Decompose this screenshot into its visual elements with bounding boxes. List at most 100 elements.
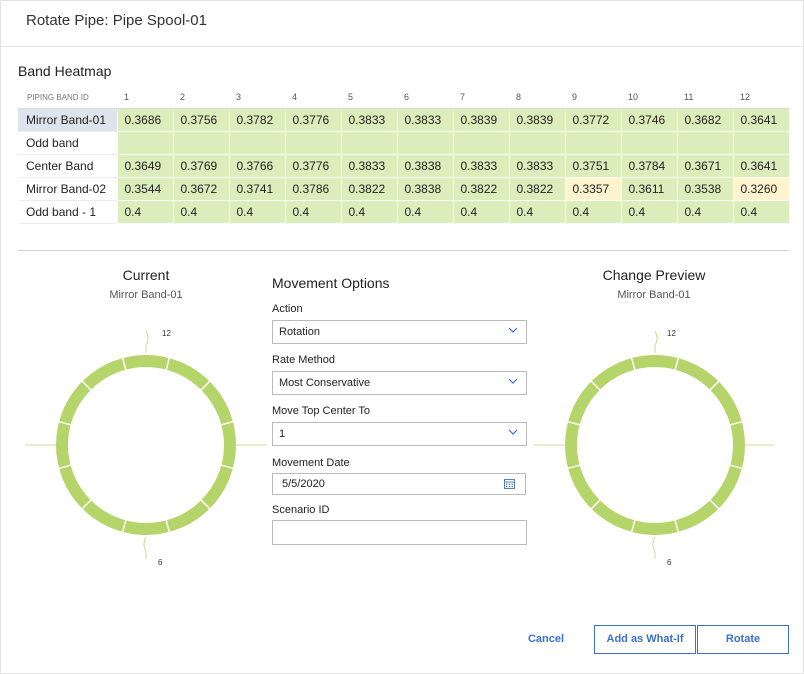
heatmap-cell: 0.4	[285, 200, 342, 224]
heatmap-cell	[173, 131, 230, 155]
column-header-12: 12	[733, 87, 789, 109]
move-top-center-select[interactable]: 1	[272, 422, 527, 446]
heatmap-cell: 0.3833	[509, 154, 566, 178]
heatmap-cell: 0.3746	[621, 108, 678, 132]
table-row[interactable]: Odd band - 1 0.4 0.4 0.4 0.4 0.4 0.4 0.4 0.4 0.4 0…	[18, 200, 790, 224]
add-as-what-if-button[interactable]: Add as What-If	[594, 625, 696, 654]
band-name-cell[interactable]: Mirror Band-02	[18, 177, 118, 201]
heatmap-cell: 0.4	[453, 200, 510, 224]
heatmap-cell	[229, 131, 286, 155]
rate-method-select[interactable]: Most Conservative	[272, 371, 527, 395]
rotate-button[interactable]: Rotate	[697, 625, 789, 654]
preview-ring-diagram: 12 6	[534, 321, 776, 578]
heatmap-cell: 0.3833	[397, 108, 454, 132]
current-ring-diagram: 12 6	[25, 321, 267, 578]
heatmap-cell: 0.3544	[117, 177, 174, 201]
heatmap-cell: 0.3769	[173, 154, 230, 178]
heatmap-cell	[285, 131, 342, 155]
preview-band-label: Mirror Band-01	[617, 289, 691, 301]
heatmap-cell: 0.3782	[229, 108, 286, 132]
heatmap-header-row: PIPING BAND ID 1 2 3 4 5 6 7 8 9 10 11 12	[18, 87, 789, 109]
chevron-down-icon	[508, 378, 518, 384]
heatmap-cell: 0.4	[229, 200, 286, 224]
ring-segments	[56, 355, 236, 535]
current-ring-svg: 12 6	[25, 329, 267, 567]
heatmap-spacer-cell	[18, 223, 790, 250]
heatmap-cell: 0.3786	[285, 177, 342, 201]
heatmap-spacer-row	[18, 223, 790, 250]
heatmap-cell: 0.3822	[453, 177, 510, 201]
rate-method-select-value: Most Conservative	[279, 377, 371, 389]
ring-axis-top	[654, 330, 658, 353]
movement-date-value: 5/5/2020	[282, 478, 325, 490]
heatmap-cell: 0.3611	[621, 177, 678, 201]
table-row[interactable]: Mirror Band-01 0.3686 0.3756 0.3782 0.3776 0.…	[18, 108, 790, 132]
column-header-4: 4	[285, 87, 341, 109]
heatmap-cell: 0.3822	[341, 177, 398, 201]
heatmap-cell: 0.3766	[229, 154, 286, 178]
heatmap-cell: 0.3776	[285, 154, 342, 178]
movement-options-title: Movement Options	[272, 275, 390, 291]
heatmap-cell: 0.3772	[565, 108, 622, 132]
heatmap-cell: 0.3682	[677, 108, 734, 132]
heatmap-cell: 0.3839	[453, 108, 510, 132]
heatmap-cell	[733, 131, 790, 155]
heatmap-cell: 0.3839	[509, 108, 566, 132]
column-header-1: 1	[117, 87, 173, 109]
heatmap-cell: 0.4	[173, 200, 230, 224]
heatmap-cell: 0.3641	[733, 108, 790, 132]
heatmap-cell: 0.3641	[733, 154, 790, 178]
heatmap-cell: 0.3776	[285, 108, 342, 132]
cancel-button[interactable]: Cancel	[516, 626, 576, 652]
action-select[interactable]: Rotation	[272, 320, 527, 344]
table-row[interactable]: Mirror Band-02 0.3544 0.3672 0.3741 0.3786 0.…	[18, 177, 790, 201]
ring-bottom-label: 6	[158, 558, 163, 567]
preview-ring-svg: 12 6	[534, 329, 774, 567]
heatmap-cell: 0.3833	[453, 154, 510, 178]
heatmap-cell: 0.4	[565, 200, 622, 224]
heatmap-cell	[453, 131, 510, 155]
heatmap-cell	[565, 131, 622, 155]
heatmap-cell: 0.3260	[733, 177, 790, 201]
column-header-6: 6	[397, 87, 453, 109]
table-row[interactable]: Center Band 0.3649 0.3769 0.3766 0.3776 0.383…	[18, 154, 790, 178]
heatmap-cell: 0.3838	[397, 177, 454, 201]
heatmap-cell: 0.4	[509, 200, 566, 224]
movement-date-input[interactable]: 5/5/2020	[272, 473, 526, 495]
band-name-cell[interactable]: Odd band - 1	[18, 200, 118, 224]
heatmap-cell: 0.3357	[565, 177, 622, 201]
band-name-cell[interactable]: Center Band	[18, 154, 118, 178]
heatmap-cell: 0.3838	[397, 154, 454, 178]
heatmap-cell: 0.4	[733, 200, 790, 224]
current-band-label: Mirror Band-01	[109, 289, 183, 301]
ring-axis-top	[145, 330, 149, 353]
column-header-band: PIPING BAND ID	[18, 87, 117, 109]
heatmap-cell: 0.3672	[173, 177, 230, 201]
heatmap-cell	[117, 131, 174, 155]
movement-date-label: Movement Date	[272, 457, 350, 469]
heatmap-cell: 0.3649	[117, 154, 174, 178]
heatmap-cell: 0.4	[397, 200, 454, 224]
heatmap-cell	[509, 131, 566, 155]
heatmap-cell	[397, 131, 454, 155]
heatmap-cell: 0.3741	[229, 177, 286, 201]
preview-title: Change Preview	[602, 267, 706, 283]
ring-axis-bottom	[652, 536, 656, 559]
heatmap-table: PIPING BAND ID 1 2 3 4 5 6 7 8 9 10 11 12 Mirror Ba…	[18, 87, 790, 250]
heatmap-cell: 0.3538	[677, 177, 734, 201]
calendar-icon[interactable]	[504, 478, 515, 489]
band-name-cell[interactable]: Odd band	[18, 131, 118, 155]
heatmap-cell: 0.3756	[173, 108, 230, 132]
column-header-2: 2	[173, 87, 229, 109]
column-header-9: 9	[565, 87, 621, 109]
band-name-cell[interactable]: Mirror Band-01	[18, 108, 118, 132]
table-row[interactable]: Odd band	[18, 131, 790, 155]
heatmap-cell: 0.4	[677, 200, 734, 224]
scenario-id-input[interactable]	[272, 520, 527, 545]
heatmap-cell	[677, 131, 734, 155]
movement-options: Movement Options	[272, 275, 528, 291]
chevron-down-icon	[508, 429, 518, 435]
action-select-value: Rotation	[279, 326, 320, 338]
column-header-3: 3	[229, 87, 285, 109]
ring-bottom-label: 6	[667, 558, 672, 567]
